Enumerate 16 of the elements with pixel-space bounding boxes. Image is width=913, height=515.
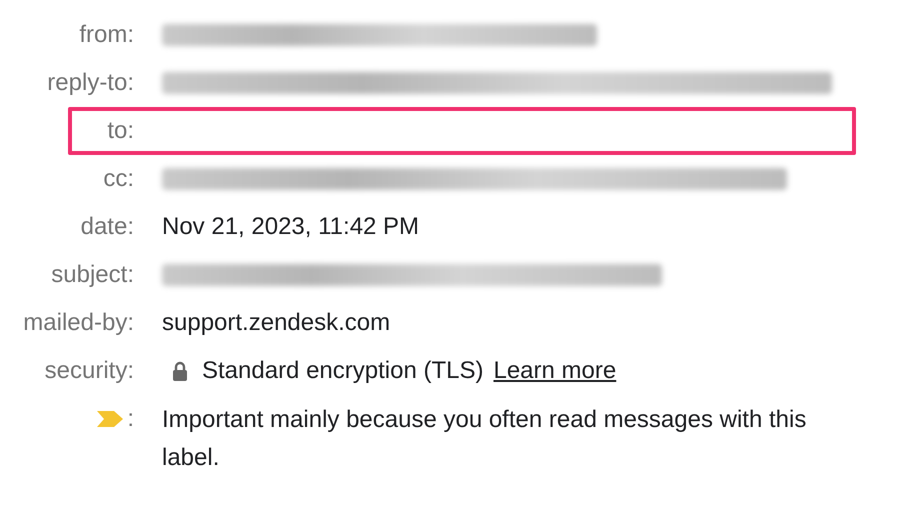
field-label: mailed-by:: [23, 308, 134, 338]
field-label: to:: [107, 116, 134, 146]
field-label: security:: [44, 356, 134, 386]
importance-reason: Important mainly because you often read messages with this label.: [162, 405, 808, 473]
field-label: from:: [79, 20, 134, 50]
field-value: Nov 21, 2023, 11:42 PM: [162, 212, 420, 242]
field-label: date:: [80, 212, 134, 242]
learn-more-link[interactable]: Learn more: [493, 351, 616, 391]
importance-marker-icon: [97, 411, 124, 427]
field-label: subject:: [51, 260, 134, 290]
field-label: cc:: [103, 164, 134, 194]
field-label: :: [127, 404, 134, 434]
field-value: Standard encryption (TLS): [202, 356, 484, 386]
field-value: support.zendesk.com: [162, 308, 390, 338]
field-label: reply-to:: [47, 68, 134, 98]
lock-icon: [172, 361, 188, 381]
